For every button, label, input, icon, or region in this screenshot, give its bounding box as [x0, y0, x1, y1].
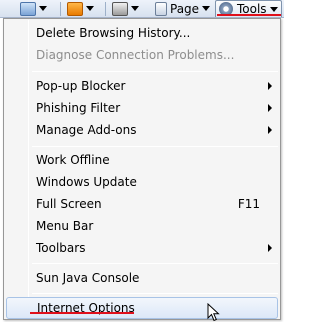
menu-item-label: Phishing Filter — [36, 101, 121, 115]
page-icon — [155, 1, 167, 16]
menu-item-label: Pop-up Blocker — [36, 79, 126, 93]
menu-item-diagnose-connection: Diagnose Connection Problems... — [6, 44, 278, 66]
submenu-arrow-icon — [268, 104, 272, 112]
menu-item-manage-addons[interactable]: Manage Add-ons — [6, 119, 278, 141]
menu-item-internet-options[interactable]: Internet Options — [6, 297, 278, 319]
menu-separator — [32, 263, 278, 264]
mouse-pointer-icon — [207, 303, 220, 322]
shortcut-label: F11 — [237, 197, 260, 211]
annotation-underline — [217, 14, 281, 16]
menu-item-label: Manage Add-ons — [36, 123, 137, 137]
annotation-underline — [30, 312, 134, 314]
submenu-arrow-icon — [268, 126, 272, 134]
menu-item-delete-browsing-history[interactable]: Delete Browsing History... — [6, 22, 278, 44]
tools-dropdown-menu: Delete Browsing History... Diagnose Conn… — [3, 18, 281, 320]
menu-item-work-offline[interactable]: Work Offline — [6, 149, 278, 171]
submenu-arrow-icon — [268, 244, 272, 252]
menu-item-label: Full Screen — [36, 197, 102, 211]
menu-separator — [32, 71, 278, 72]
menu-item-label: Sun Java Console — [36, 271, 140, 285]
chevron-down-icon — [269, 6, 278, 12]
chevron-down-icon — [86, 6, 94, 11]
menu-item-label: Toolbars — [36, 241, 86, 255]
page-menu-button[interactable]: Page — [155, 0, 211, 17]
page-menu-label: Page — [170, 1, 200, 16]
submenu-arrow-icon — [268, 82, 272, 90]
menu-item-label: Delete Browsing History... — [36, 26, 191, 40]
menu-item-label: Menu Bar — [36, 219, 94, 233]
menu-item-popup-blocker[interactable]: Pop-up Blocker — [6, 75, 278, 97]
menu-item-full-screen[interactable]: Full Screen F11 — [6, 193, 278, 215]
home-icon — [20, 1, 36, 16]
chevron-down-icon — [39, 6, 47, 11]
menu-separator — [32, 146, 278, 147]
toolbar-divider — [105, 2, 106, 16]
menu-separator — [32, 293, 278, 294]
chevron-down-icon — [131, 6, 139, 11]
menu-item-windows-update[interactable]: Windows Update — [6, 171, 278, 193]
menu-item-toolbars[interactable]: Toolbars — [6, 237, 278, 259]
rss-icon — [67, 1, 83, 16]
feeds-button[interactable] — [67, 0, 94, 17]
menu-item-label: Diagnose Connection Problems... — [36, 48, 235, 62]
home-button[interactable] — [20, 0, 47, 17]
menu-item-label: Windows Update — [36, 175, 137, 189]
menu-item-menu-bar[interactable]: Menu Bar — [6, 215, 278, 237]
printer-icon — [112, 1, 128, 16]
print-button[interactable] — [112, 0, 139, 17]
toolbar-divider — [60, 2, 61, 16]
menu-item-phishing-filter[interactable]: Phishing Filter — [6, 97, 278, 119]
menu-item-label: Work Offline — [36, 153, 110, 167]
menu-item-sun-java-console[interactable]: Sun Java Console — [6, 267, 278, 289]
chevron-down-icon — [202, 6, 211, 11]
